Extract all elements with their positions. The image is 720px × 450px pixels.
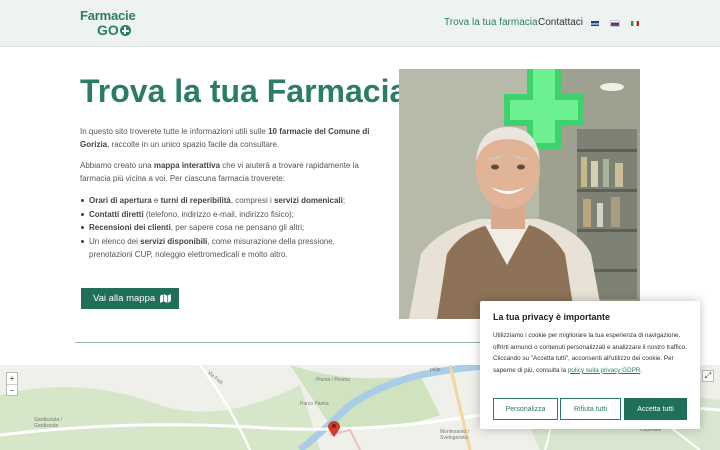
map-label-polje: polje bbox=[430, 367, 441, 373]
map-label-montesanto: Montesanto / Svetogorska bbox=[440, 429, 469, 441]
section-divider bbox=[75, 342, 485, 343]
cookie-accept-button[interactable]: Accetta tutti bbox=[624, 398, 687, 420]
nav-contact[interactable]: Contattaci bbox=[538, 17, 583, 28]
map-icon bbox=[160, 294, 172, 303]
feature-item: Recensioni dei clienti, per sapere cosa … bbox=[81, 221, 379, 235]
page-title: Trova la tua Farmacia bbox=[80, 73, 408, 109]
cookie-text: Utilizziamo i cookie per migliorare la t… bbox=[493, 332, 688, 374]
logo-line1: Farmacie bbox=[80, 8, 136, 23]
zoom-in-button[interactable]: + bbox=[7, 373, 17, 384]
pharmacist-illustration bbox=[399, 69, 640, 319]
map-label-piuma: Piuma / Pevma bbox=[316, 377, 350, 383]
site-logo[interactable]: Farmacie GO bbox=[80, 9, 140, 39]
intro-paragraph-2: Abbiamo creato una mappa interattiva che… bbox=[80, 161, 359, 183]
flag-it-icon[interactable] bbox=[631, 21, 639, 26]
go-to-map-button[interactable]: Vai alla mappa bbox=[81, 288, 179, 309]
intro-paragraph-1: In questo sito troverete tutte le inform… bbox=[80, 127, 370, 149]
site-header: Farmacie GO Trova la tua farmacia Contat… bbox=[0, 0, 720, 47]
nav-find-pharmacy[interactable]: Trova la tua farmacia bbox=[444, 17, 538, 28]
hero-photo-pharmacist bbox=[399, 69, 640, 319]
privacy-policy-link[interactable]: policy sulla privacy GDPR bbox=[568, 367, 640, 374]
cookie-reject-button[interactable]: Rifiuta tutti bbox=[560, 398, 621, 420]
feature-item: Un elenco dei servizi disponibili, come … bbox=[81, 235, 379, 262]
flag-sl-icon[interactable] bbox=[610, 20, 620, 27]
logo-line2: GO bbox=[97, 23, 140, 37]
map-zoom-control: + − bbox=[6, 372, 18, 396]
zoom-out-button[interactable]: − bbox=[7, 384, 17, 395]
page: Farmacie GO Trova la tua farmacia Contat… bbox=[0, 0, 720, 450]
feature-item: Orari di apertura e turni di reperibilit… bbox=[81, 194, 379, 208]
map-fullscreen-button[interactable]: ⤢ bbox=[702, 370, 714, 382]
feature-item: Contatti diretti (telefono, indirizzo e-… bbox=[81, 208, 379, 222]
cookie-customize-button[interactable]: Personalizza bbox=[493, 398, 558, 420]
cookie-consent-dialog: La tua privacy è importante Utilizziamo … bbox=[480, 301, 700, 429]
pharmacy-cross-icon bbox=[119, 25, 131, 36]
features-list: Orari di apertura e turni di reperibilit… bbox=[81, 194, 379, 262]
flag-en-icon[interactable] bbox=[591, 21, 599, 26]
go-to-map-label: Vai alla mappa bbox=[93, 293, 156, 304]
map-label-parco: Parco Piuma bbox=[300, 401, 329, 407]
cookie-title: La tua privacy è importante bbox=[493, 312, 611, 322]
map-label-gardisciuta: Gardisciuta / Gardiscuta bbox=[34, 417, 63, 429]
